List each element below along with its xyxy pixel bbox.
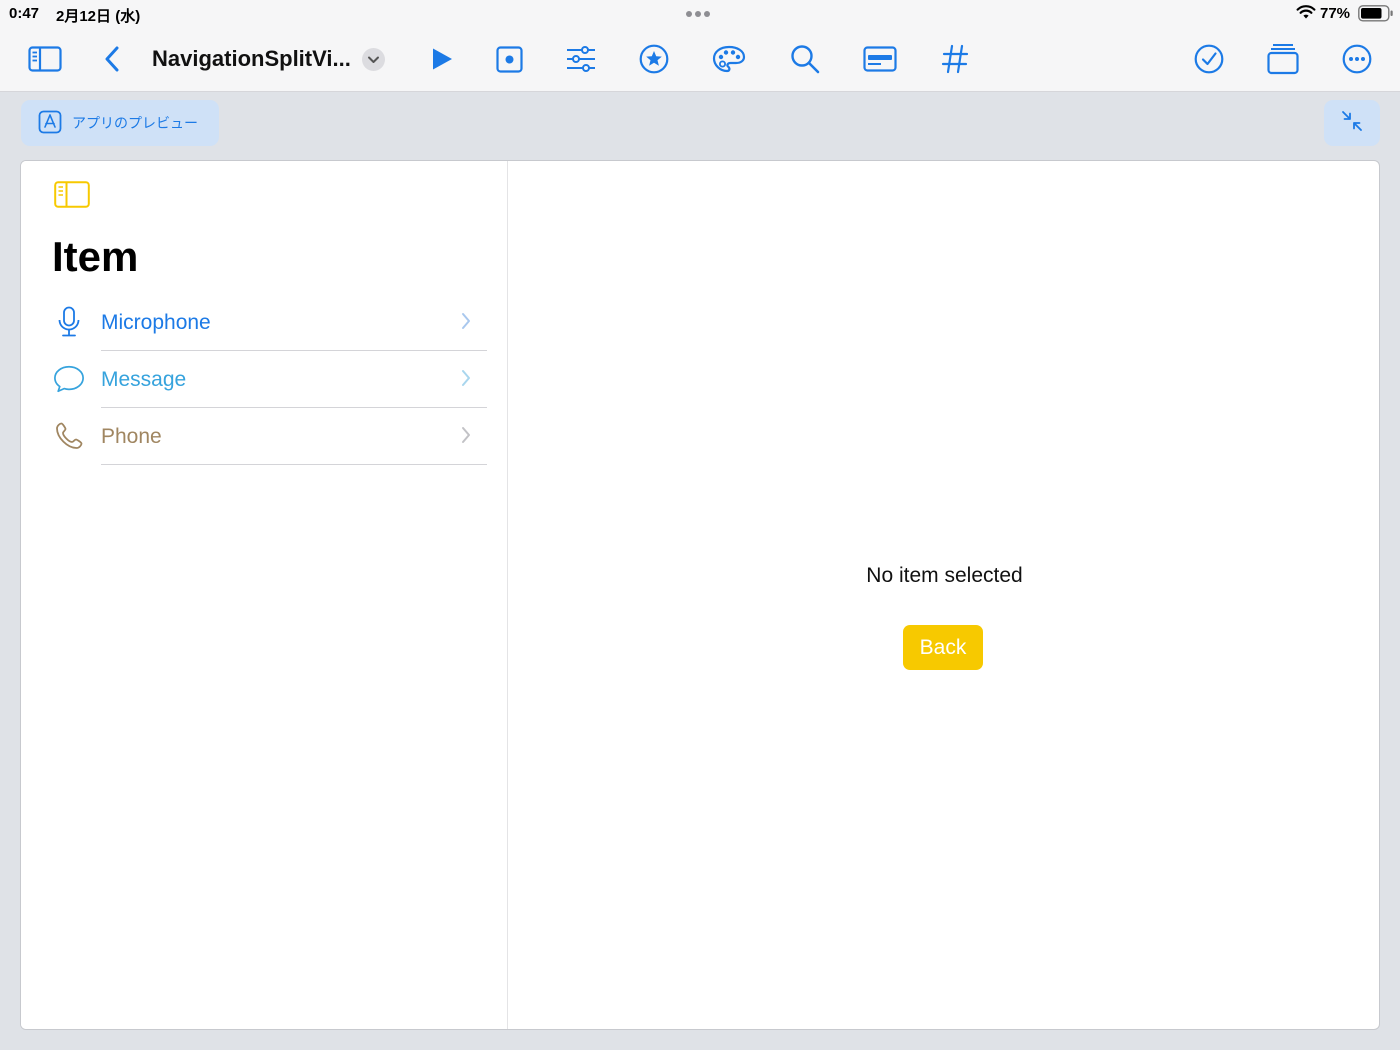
sidebar: Item Microphone Message Phone (21, 161, 508, 1029)
ellipsis-circle-icon[interactable] (1339, 41, 1375, 77)
message-bubble-icon (53, 363, 85, 395)
play-icon[interactable] (424, 41, 460, 77)
star-circle-icon[interactable] (636, 41, 672, 77)
chevron-right-icon (461, 426, 471, 449)
list-item-message[interactable]: Message (21, 351, 508, 408)
document-title[interactable]: NavigationSplitVi... (152, 46, 351, 72)
item-list: Microphone Message Phone (21, 294, 508, 465)
list-item-label: Microphone (101, 311, 211, 334)
list-item-label: Phone (101, 425, 162, 448)
chevron-left-icon[interactable] (94, 41, 130, 77)
microphone-icon (53, 306, 85, 338)
status-time: 0:47 (9, 5, 40, 22)
collapse-button[interactable] (1324, 100, 1380, 146)
stack-icon[interactable] (1265, 41, 1301, 77)
status-bar: 0:47 2月12日 (水) 77% (0, 0, 1400, 26)
sidebar-title: Item (52, 233, 139, 280)
card-icon[interactable] (862, 41, 898, 77)
preview-canvas: アプリのプレビュー Item Microphone Message Phone … (0, 92, 1400, 1050)
list-item-phone[interactable]: Phone (21, 408, 508, 465)
app-preview-label: アプリのプレビュー (72, 115, 198, 131)
chevron-right-icon (461, 312, 471, 335)
list-separator (101, 464, 487, 465)
chevron-right-icon (461, 369, 471, 392)
wifi-icon (1296, 4, 1316, 25)
status-date: 2月12日 (水) (56, 8, 141, 25)
palette-icon[interactable] (711, 41, 747, 77)
hashtag-icon[interactable] (937, 41, 973, 77)
record-icon[interactable] (491, 41, 527, 77)
phone-icon (53, 420, 85, 452)
app-store-icon (38, 110, 62, 137)
empty-state-text: No item selected (866, 564, 1023, 587)
list-item-label: Message (101, 368, 187, 391)
app-preview-frame: Item Microphone Message Phone No item se… (20, 160, 1380, 1030)
sidebar-toggle-icon[interactable] (54, 181, 90, 214)
battery-icon (1358, 5, 1394, 27)
chevron-down-icon[interactable] (355, 41, 391, 77)
list-item-microphone[interactable]: Microphone (21, 294, 508, 351)
checkmark-circle-icon[interactable] (1191, 41, 1227, 77)
sidebar-icon[interactable] (27, 41, 63, 77)
arrows-collapse-icon (1341, 110, 1363, 137)
multitasking-dots-icon[interactable] (686, 11, 710, 17)
battery-percent: 77% (1320, 5, 1351, 22)
sliders-icon[interactable] (563, 41, 599, 77)
app-preview-button[interactable]: アプリのプレビュー (21, 100, 219, 146)
back-button[interactable]: Back (903, 625, 983, 670)
toolbar: NavigationSplitVi... (0, 26, 1400, 92)
detail-pane: No item selected Back (508, 161, 1379, 1029)
magnifier-icon[interactable] (787, 41, 823, 77)
